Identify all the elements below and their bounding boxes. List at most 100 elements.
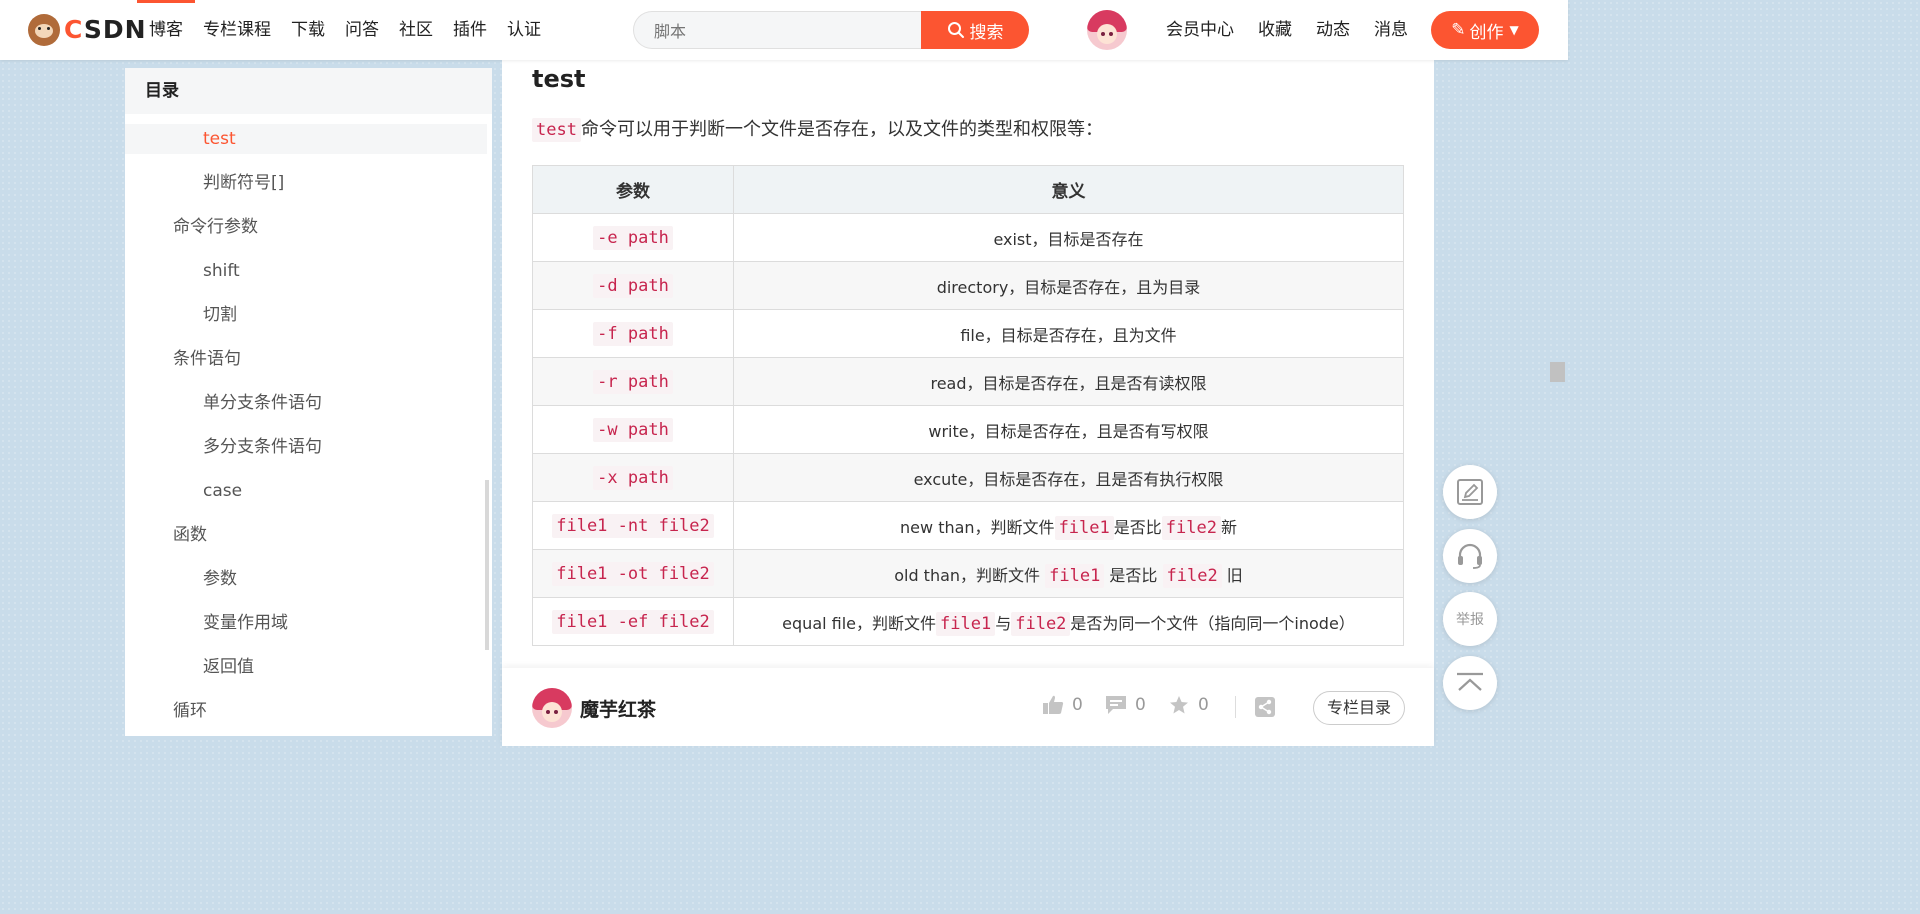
section-intro: test 命令可以用于判断一个文件是否存在，以及文件的类型和权限等： <box>532 115 1103 145</box>
table-row: -x path excute，目标是否存在，且是否有执行权限 <box>532 453 1404 502</box>
report-button[interactable]: 举报 <box>1443 592 1497 646</box>
back-to-top-button[interactable] <box>1443 656 1497 710</box>
meaning-cell: exist，目标是否存在 <box>733 213 1404 262</box>
search-input[interactable] <box>652 12 916 50</box>
meaning-code: file1 <box>936 611 996 636</box>
toc-item[interactable]: 判断符号[] <box>125 168 487 198</box>
pen-icon: ✎ <box>1451 20 1466 40</box>
toc-item[interactable]: 变量作用域 <box>125 608 487 638</box>
param-cell: file1 -ef file2 <box>532 597 734 646</box>
column-header-meaning: 意义 <box>733 165 1404 214</box>
test-options-table: 参数 意义 -e path exist，目标是否存在 -d path director… <box>532 165 1404 646</box>
meaning-code: file1 <box>1054 515 1114 540</box>
param-code: file1 -ot file2 <box>552 561 714 586</box>
column-toc-button[interactable]: 专栏目录 <box>1313 691 1405 725</box>
nav-item-certification[interactable]: 认证 <box>507 0 541 60</box>
star-icon <box>1170 696 1188 714</box>
toc-item[interactable]: 切割 <box>125 300 487 330</box>
table-header-row: 参数 意义 <box>532 165 1404 214</box>
toc-item[interactable]: 条件语句 <box>125 344 487 374</box>
table-row: -f path file，目标是否存在，且为文件 <box>532 309 1404 358</box>
meaning-text: exist，目标是否存在 <box>993 229 1144 249</box>
user-avatar[interactable] <box>1087 10 1127 50</box>
meaning-text: 是否为同一个文件（指向同一个inode） <box>1070 613 1355 633</box>
inline-code: test <box>532 118 581 142</box>
toc-item[interactable]: 循环 <box>125 696 487 726</box>
share-button[interactable] <box>1254 697 1276 721</box>
column-header-param: 参数 <box>532 165 734 214</box>
user-links: 会员中心 收藏 动态 消息 <box>1166 0 1432 60</box>
create-button[interactable]: ✎ 创作 ▼ <box>1431 11 1539 49</box>
logo-text: CSDN <box>64 15 147 44</box>
param-cell: -r path <box>532 357 734 406</box>
comment-count: 0 <box>1135 695 1146 715</box>
toc-item[interactable]: test <box>125 124 487 154</box>
param-cell: -e path <box>532 213 734 262</box>
nav-item-blog[interactable]: 博客 <box>137 0 195 60</box>
toc-scrollbar[interactable] <box>485 480 489 650</box>
toc-item[interactable]: 参数 <box>125 564 487 594</box>
csdn-logo[interactable]: CSDN <box>28 14 147 46</box>
param-cell: -d path <box>532 261 734 310</box>
param-code: file1 -ef file2 <box>552 609 714 634</box>
param-code: -d path <box>593 273 673 298</box>
toc-item[interactable]: shift <box>125 256 487 286</box>
search-button[interactable]: 搜索 <box>921 11 1029 49</box>
customer-service-button[interactable] <box>1443 529 1497 583</box>
toc-item[interactable]: case <box>125 476 487 506</box>
toc-item[interactable]: 命令行参数 <box>125 212 487 242</box>
toc-item[interactable]: 单分支条件语句 <box>125 388 487 418</box>
meaning-text: new than，判断文件 <box>900 517 1055 537</box>
table-row: -r path read，目标是否存在，且是否有读权限 <box>532 357 1404 406</box>
table-row: -e path exist，目标是否存在 <box>532 213 1404 262</box>
table-row: file1 -ot file2 old than，判断文件 file1 是否比 f… <box>532 549 1404 598</box>
param-cell: -w path <box>532 405 734 454</box>
author-avatar[interactable] <box>532 688 572 728</box>
favorite-button[interactable]: 0 <box>1168 695 1209 715</box>
activity-link[interactable]: 动态 <box>1316 0 1350 60</box>
nav-item-download[interactable]: 下载 <box>291 0 325 60</box>
nav-item-community[interactable]: 社区 <box>399 0 433 60</box>
param-code: -x path <box>593 465 673 490</box>
comment-button[interactable]: 0 <box>1105 695 1146 715</box>
search-icon <box>947 22 964 38</box>
toc-item[interactable]: 函数 <box>125 520 487 550</box>
caret-down-icon: ▼ <box>1509 23 1519 37</box>
section-heading: test <box>532 65 586 93</box>
meaning-text: read，目标是否存在，且是否有读权限 <box>930 373 1207 393</box>
search-box <box>633 11 923 50</box>
toc-list: test 判断符号[] 命令行参数 shift 切割条件语句单分支条件语句 多分支条件语句… <box>125 114 492 726</box>
author-name[interactable]: 魔芋红茶 <box>580 695 656 722</box>
divider <box>1235 696 1236 718</box>
meaning-text: 是否比 <box>1113 517 1162 537</box>
favorite-count: 0 <box>1198 695 1209 715</box>
param-code: file1 -nt file2 <box>552 513 714 538</box>
page-scrollbar-thumb[interactable] <box>1550 362 1565 382</box>
favorites-link[interactable]: 收藏 <box>1258 0 1292 60</box>
toc-item[interactable]: 返回值 <box>125 652 487 682</box>
table-of-contents: 目录 test 判断符号[] 命令行参数 shift 切割条件语句单分支条件语句 多分支条… <box>125 68 492 736</box>
thumbs-up-icon <box>1043 695 1064 714</box>
nav-item-courses[interactable]: 专栏课程 <box>203 0 271 60</box>
meaning-text: equal file，判断文件 <box>782 613 937 633</box>
edit-note-icon <box>1457 479 1483 505</box>
nav-item-qa[interactable]: 问答 <box>345 0 379 60</box>
share-icon <box>1255 697 1275 717</box>
toc-item[interactable]: 多分支条件语句 <box>125 432 487 462</box>
meaning-cell: write，目标是否存在，且是否有写权限 <box>733 405 1404 454</box>
edit-note-button[interactable] <box>1443 465 1497 519</box>
table-row: file1 -ef file2 equal file，判断文件 file1 与 file… <box>532 597 1404 646</box>
meaning-code: file2 <box>1161 515 1221 540</box>
like-button[interactable]: 0 <box>1042 695 1083 715</box>
toc-title: 目录 <box>125 68 492 114</box>
member-center-link[interactable]: 会员中心 <box>1166 0 1234 60</box>
messages-link[interactable]: 消息 <box>1374 0 1408 60</box>
headset-icon <box>1458 543 1482 569</box>
article-body: test test 命令可以用于判断一个文件是否存在，以及文件的类型和权限等： 参… <box>502 60 1434 746</box>
meaning-text: file，目标是否存在，且为文件 <box>960 325 1177 345</box>
param-code: -w path <box>593 417 673 442</box>
meaning-text: directory，目标是否存在，且为目录 <box>936 277 1201 297</box>
param-code: -e path <box>593 225 673 250</box>
nav-item-plugins[interactable]: 插件 <box>453 0 487 60</box>
meaning-text: 是否比 <box>1104 565 1163 585</box>
